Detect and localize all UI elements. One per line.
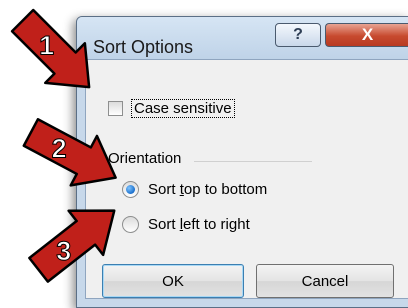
sort-left-to-right-label[interactable]: Sort left to right bbox=[148, 216, 250, 233]
sort-top-to-bottom-option[interactable]: Sort top to bottom bbox=[122, 181, 267, 198]
case-sensitive-label[interactable]: Case sensitive bbox=[131, 99, 235, 118]
title-bar[interactable]: Sort Options ? X bbox=[77, 17, 408, 59]
case-sensitive-text: Case sensitive bbox=[134, 100, 232, 117]
dialog-body: Case sensitive Orientation Sort top to b… bbox=[85, 59, 408, 299]
close-icon: X bbox=[361, 25, 374, 44]
help-icon: ? bbox=[293, 26, 303, 43]
label-suffix: eft to right bbox=[183, 216, 250, 233]
group-divider bbox=[194, 161, 312, 162]
cancel-button-label: Cancel bbox=[301, 272, 349, 290]
label-suffix: op to bottom bbox=[183, 181, 268, 198]
ok-button-label: OK bbox=[162, 272, 184, 290]
callout-arrow-2: 2 bbox=[22, 118, 117, 187]
close-button[interactable]: X bbox=[325, 23, 408, 47]
sort-left-to-right-option[interactable]: Sort left to right bbox=[122, 216, 250, 233]
help-button[interactable]: ? bbox=[275, 23, 321, 47]
callout-number-1: 1 bbox=[39, 31, 54, 61]
sort-top-to-bottom-label[interactable]: Sort top to bottom bbox=[148, 181, 267, 198]
callout-arrow-3: 3 bbox=[28, 209, 116, 283]
cancel-button[interactable]: Cancel bbox=[256, 264, 394, 298]
label-prefix: Sort bbox=[148, 181, 180, 198]
label-prefix: Sort bbox=[148, 216, 180, 233]
callout-arrow-1: 1 bbox=[10, 8, 91, 89]
callout-number-2: 2 bbox=[52, 134, 67, 164]
callout-number-3: 3 bbox=[56, 236, 71, 266]
